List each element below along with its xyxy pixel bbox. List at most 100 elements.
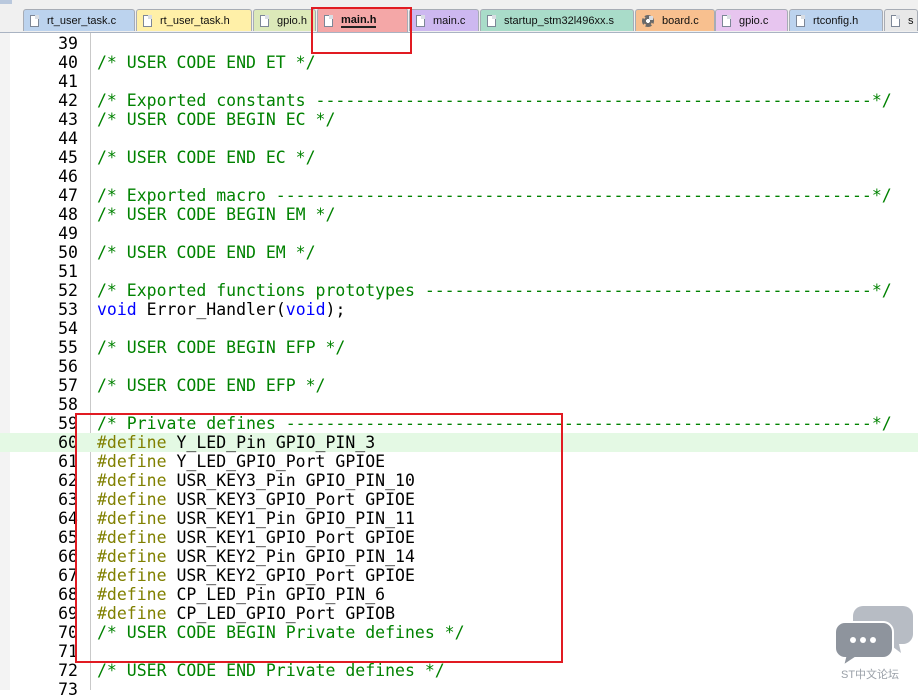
code-line[interactable]: 57 /* USER CODE END EFP */ <box>0 376 918 395</box>
code-line[interactable]: 47 /* Exported macro --------------------… <box>0 186 918 205</box>
code-line[interactable]: 46 <box>0 167 918 186</box>
code-line[interactable]: 61 #define Y_LED_GPIO_Port GPIOE <box>0 452 918 471</box>
tab-s[interactable]: s <box>884 9 918 31</box>
code-token: ); <box>325 300 346 319</box>
comment-token: /* USER CODE BEGIN EM */ <box>97 205 336 224</box>
code-token: USR_KEY2_GPIO_Port GPIOE <box>166 566 415 585</box>
line-number: 41 <box>58 72 78 91</box>
preprocessor-token: #define <box>97 509 167 528</box>
comment-token: /* USER CODE END EFP */ <box>97 376 326 395</box>
code-text: #define USR_KEY2_GPIO_Port GPIOE <box>97 566 415 585</box>
line-number: 60 <box>58 433 78 452</box>
line-number: 69 <box>58 604 78 623</box>
code-text: /* USER CODE END EC */ <box>97 148 316 167</box>
code-token: Y_LED_Pin GPIO_PIN_3 <box>166 433 376 452</box>
code-text: /* Private defines ---------------------… <box>97 414 892 433</box>
code-text: #define USR_KEY1_GPIO_Port GPIOE <box>97 528 415 547</box>
code-line[interactable]: 72 /* USER CODE END Private defines */ <box>0 661 918 680</box>
code-line[interactable]: 50 /* USER CODE END EM */ <box>0 243 918 262</box>
code-text: #define USR_KEY2_Pin GPIO_PIN_14 <box>97 547 415 566</box>
code-text: /* USER CODE BEGIN Private defines */ <box>97 623 465 642</box>
file-icon <box>891 14 900 27</box>
code-token: CP_LED_GPIO_Port GPIOB <box>166 604 396 623</box>
code-text: #define USR_KEY1_Pin GPIO_PIN_11 <box>97 509 415 528</box>
line-number: 46 <box>58 167 78 186</box>
code-line[interactable]: 62 #define USR_KEY3_Pin GPIO_PIN_10 <box>0 471 918 490</box>
code-line[interactable]: 70 /* USER CODE BEGIN Private defines */ <box>0 623 918 642</box>
tab-board-c[interactable]: board.c <box>635 9 715 31</box>
line-number: 68 <box>58 585 78 604</box>
line-number: 51 <box>58 262 78 281</box>
code-line[interactable]: 54 <box>0 319 918 338</box>
code-line[interactable]: 59 /* Private defines -------------------… <box>0 414 918 433</box>
code-line[interactable]: 53 void Error_Handler(void); <box>0 300 918 319</box>
line-number: 63 <box>58 490 78 509</box>
line-number: 50 <box>58 243 78 262</box>
code-line[interactable]: 48 /* USER CODE BEGIN EM */ <box>0 205 918 224</box>
preprocessor-token: #define <box>97 528 167 547</box>
code-line[interactable]: 66 #define USR_KEY2_Pin GPIO_PIN_14 <box>0 547 918 566</box>
code-line[interactable]: 41 <box>0 72 918 91</box>
code-line[interactable]: 51 <box>0 262 918 281</box>
code-line[interactable]: 56 <box>0 357 918 376</box>
tab-rtconfig-h[interactable]: rtconfig.h <box>789 9 883 31</box>
code-line[interactable]: 63 #define USR_KEY3_GPIO_Port GPIOE <box>0 490 918 509</box>
tab-main-h[interactable]: main.h <box>317 8 408 32</box>
code-line[interactable]: 52 /* Exported functions prototypes -----… <box>0 281 918 300</box>
code-line[interactable]: 45 /* USER CODE END EC */ <box>0 148 918 167</box>
tab-gpio-h[interactable]: gpio.h <box>253 9 316 31</box>
line-number: 49 <box>58 224 78 243</box>
code-text: /* Exported constants ------------------… <box>97 91 892 110</box>
preprocessor-token: #define <box>97 604 167 623</box>
line-number: 65 <box>58 528 78 547</box>
code-line[interactable]: 58 <box>0 395 918 414</box>
editor-tab-bar: rt_user_task.c rt_user_task.h gpio.h main.h… <box>0 0 918 33</box>
code-line[interactable]: 44 <box>0 129 918 148</box>
comment-token: /* USER CODE END EC */ <box>97 148 316 167</box>
code-token: USR_KEY1_GPIO_Port GPIOE <box>166 528 415 547</box>
tab-startup-stm32l496xx-s[interactable]: startup_stm32l496xx.s <box>480 9 634 31</box>
file-icon <box>143 14 152 27</box>
code-line[interactable]: 55 /* USER CODE BEGIN EFP */ <box>0 338 918 357</box>
code-line[interactable]: 60 #define Y_LED_Pin GPIO_PIN_3 <box>0 433 918 452</box>
comment-token: /* USER CODE END Private defines */ <box>97 661 445 680</box>
tab-rt-user-task-h[interactable]: rt_user_task.h <box>136 9 252 31</box>
code-line[interactable]: 39 <box>0 34 918 53</box>
tab-rt-user-task-c[interactable]: rt_user_task.c <box>23 9 135 31</box>
line-number: 64 <box>58 509 78 528</box>
file-icon <box>260 14 269 27</box>
tab-main-c[interactable]: main.c <box>409 9 479 31</box>
code-text: /* USER CODE BEGIN EM */ <box>97 205 335 224</box>
code-editor[interactable]: 39 40 /* USER CODE END ET */ 41 42 /* Exporte… <box>0 33 918 699</box>
line-number: 67 <box>58 566 78 585</box>
tab-label: board.c <box>662 14 699 27</box>
line-number: 62 <box>58 471 78 490</box>
tab-label: rtconfig.h <box>813 14 859 27</box>
tab-gpio-c[interactable]: gpio.c <box>715 9 788 31</box>
code-line[interactable]: 65 #define USR_KEY1_GPIO_Port GPIOE <box>0 528 918 547</box>
code-line[interactable]: 42 /* Exported constants ----------------… <box>0 91 918 110</box>
line-number: 54 <box>58 319 78 338</box>
code-line[interactable]: 40 /* USER CODE END ET */ <box>0 53 918 72</box>
file-icon <box>722 14 731 27</box>
code-text: /* Exported functions prototypes -------… <box>97 281 892 300</box>
code-line[interactable]: 68 #define CP_LED_Pin GPIO_PIN_6 <box>0 585 918 604</box>
code-text: /* USER CODE END Private defines */ <box>97 661 445 680</box>
gear-file-icon <box>642 14 654 27</box>
code-text: /* USER CODE BEGIN EFP */ <box>97 338 345 357</box>
tab-label: gpio.h <box>277 14 307 27</box>
code-line[interactable]: 71 <box>0 642 918 661</box>
code-line[interactable]: 67 #define USR_KEY2_GPIO_Port GPIOE <box>0 566 918 585</box>
line-number: 52 <box>58 281 78 300</box>
code-token: Error_Handler( <box>136 300 286 319</box>
chat-bubbles-icon <box>834 606 913 669</box>
preprocessor-token: #define <box>97 585 167 604</box>
code-line[interactable]: 49 <box>0 224 918 243</box>
tab-label: main.c <box>433 14 466 27</box>
forum-watermark: ST中文论坛 <box>833 604 915 684</box>
code-line[interactable]: 43 /* USER CODE BEGIN EC */ <box>0 110 918 129</box>
code-line[interactable]: 69 #define CP_LED_GPIO_Port GPIOB <box>0 604 918 623</box>
line-number: 39 <box>58 34 78 53</box>
code-line[interactable]: 64 #define USR_KEY1_Pin GPIO_PIN_11 <box>0 509 918 528</box>
comment-token: /* Exported functions prototypes -------… <box>97 281 892 300</box>
